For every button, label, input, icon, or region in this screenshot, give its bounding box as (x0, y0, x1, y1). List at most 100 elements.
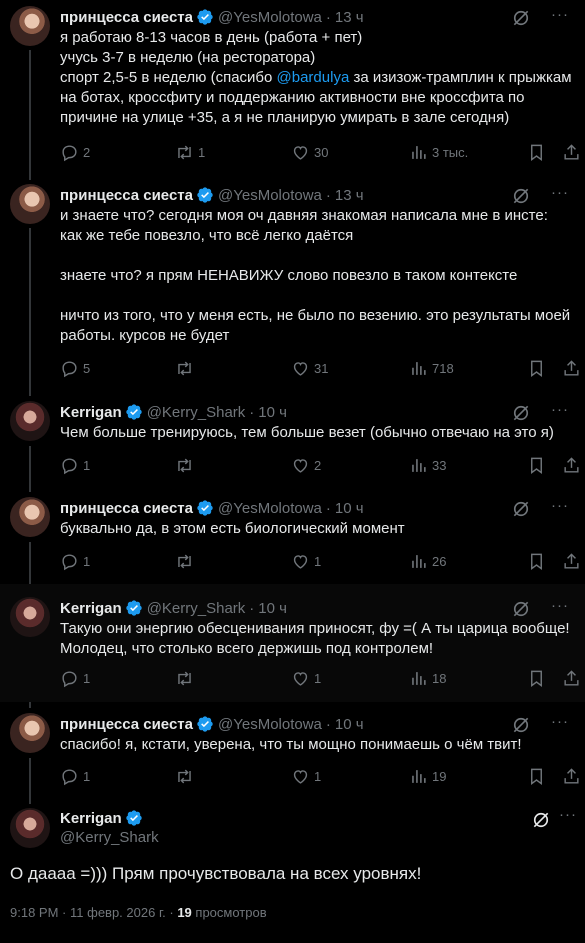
reply-button[interactable]: 2 (60, 141, 90, 163)
views-button[interactable]: 718 (409, 357, 454, 379)
share-button[interactable] (562, 765, 581, 787)
author-name[interactable]: принцесса сиеста (60, 500, 193, 517)
tweet[interactable]: принцесса сиеста @YesMolotowa · 13 ч ···… (0, 184, 585, 394)
avatar[interactable] (10, 184, 50, 224)
share-icon (564, 456, 579, 473)
author-name[interactable]: Kerrigan (60, 404, 122, 421)
author-handle[interactable]: @YesMolotowa (218, 187, 322, 204)
more-options-icon[interactable]: ··· (551, 401, 569, 418)
retweet-icon (178, 458, 191, 472)
retweet-button[interactable] (175, 454, 198, 476)
retweet-button[interactable]: 1 (175, 141, 205, 163)
share-button[interactable] (562, 141, 581, 163)
bookmark-icon (531, 144, 542, 161)
bookmark-icon (531, 768, 542, 785)
share-icon (564, 767, 579, 784)
author-handle[interactable]: @Kerry_Shark (60, 828, 159, 848)
more-options-icon[interactable]: ··· (559, 806, 577, 823)
avatar[interactable] (10, 6, 50, 46)
share-button[interactable] (562, 550, 581, 572)
grok-icon[interactable] (531, 810, 551, 830)
more-options-icon[interactable]: ··· (551, 184, 569, 201)
views-chart-icon (412, 671, 426, 685)
author-name[interactable]: Kerrigan (60, 600, 122, 617)
tweet-time[interactable]: 13 ч (335, 9, 364, 26)
bookmark-button[interactable] (527, 357, 546, 379)
tweet-time[interactable]: 13 ч (335, 187, 364, 204)
avatar[interactable] (10, 401, 50, 441)
author-handle[interactable]: @YesMolotowa (218, 716, 322, 733)
author-name[interactable]: принцесса сиеста (60, 187, 193, 204)
like-button[interactable]: 31 (291, 357, 328, 379)
author-handle[interactable]: @Kerry_Shark (147, 404, 246, 421)
author-handle[interactable]: @Kerry_Shark (147, 600, 246, 617)
avatar[interactable] (10, 713, 50, 753)
views-button[interactable]: 33 (409, 454, 446, 476)
share-button[interactable] (562, 667, 581, 689)
bookmark-button[interactable] (527, 141, 546, 163)
like-button[interactable]: 1 (291, 550, 321, 572)
grok-icon[interactable] (511, 186, 531, 206)
share-button[interactable] (562, 357, 581, 379)
more-options-icon[interactable]: ··· (551, 497, 569, 514)
tweet-highlighted[interactable]: Kerrigan @Kerry_Shark · 10 ч ··· Такую о… (0, 584, 585, 702)
bookmark-button[interactable] (527, 550, 546, 572)
tweet-time[interactable]: 10 ч (335, 500, 364, 517)
reply-icon (62, 768, 77, 785)
grok-icon[interactable] (511, 499, 531, 519)
retweet-icon (178, 145, 191, 159)
tweet[interactable]: принцесса сиеста @YesMolotowa · 13 ч ···… (0, 6, 585, 176)
author-handle[interactable]: @YesMolotowa (218, 500, 322, 517)
tweet-text: буквально да, в этом есть биологический … (60, 520, 405, 537)
retweet-button[interactable] (175, 667, 198, 689)
reply-button[interactable]: 1 (60, 667, 90, 689)
avatar[interactable] (10, 808, 50, 848)
tweet[interactable]: принцесса сиеста @YesMolotowa · 10 ч ···… (0, 497, 585, 587)
like-button[interactable]: 1 (291, 765, 321, 787)
more-options-icon[interactable]: ··· (551, 597, 569, 614)
author-name[interactable]: принцесса сиеста (60, 9, 193, 26)
author-name[interactable]: Kerrigan (60, 810, 122, 827)
share-icon (564, 359, 579, 376)
avatar[interactable] (10, 497, 50, 537)
grok-icon[interactable] (511, 715, 531, 735)
avatar[interactable] (10, 597, 50, 637)
retweet-button[interactable] (175, 765, 198, 787)
more-options-icon[interactable]: ··· (551, 713, 569, 730)
reply-button[interactable]: 1 (60, 454, 90, 476)
like-button[interactable]: 30 (291, 141, 328, 163)
retweet-button[interactable] (175, 550, 198, 572)
author-name[interactable]: принцесса сиеста (60, 716, 193, 733)
views-button[interactable]: 26 (409, 550, 446, 572)
tweet-time[interactable]: 10 ч (335, 716, 364, 733)
share-button[interactable] (562, 454, 581, 476)
tweet[interactable]: Kerrigan @Kerry_Shark · 10 ч ··· Чем бол… (0, 401, 585, 491)
views-button[interactable]: 19 (409, 765, 446, 787)
tweet[interactable]: принцесса сиеста @YesMolotowa · 10 ч ···… (0, 713, 585, 801)
bookmark-button[interactable] (527, 765, 546, 787)
bookmark-button[interactable] (527, 454, 546, 476)
grok-icon[interactable] (511, 8, 531, 28)
views-button[interactable]: 18 (409, 667, 446, 689)
heart-icon (293, 361, 308, 376)
author-handle[interactable]: @YesMolotowa (218, 9, 322, 26)
more-options-icon[interactable]: ··· (551, 6, 569, 23)
tweet-time[interactable]: 10 ч (258, 404, 287, 421)
bookmark-button[interactable] (527, 667, 546, 689)
grok-icon[interactable] (511, 403, 531, 423)
retweet-button[interactable] (175, 357, 198, 379)
share-icon (564, 552, 579, 569)
grok-icon[interactable] (511, 599, 531, 619)
reply-button[interactable]: 1 (60, 550, 90, 572)
mention-link[interactable]: @bardulya (277, 69, 350, 86)
tweet-date[interactable]: 11 февр. 2026 г. (70, 905, 166, 920)
bookmark-icon (531, 457, 542, 474)
reply-button[interactable]: 5 (60, 357, 90, 379)
like-button[interactable]: 2 (291, 454, 321, 476)
views-button[interactable]: 3 тыс. (409, 141, 468, 163)
like-button[interactable]: 1 (291, 667, 321, 689)
reply-button[interactable]: 1 (60, 765, 90, 787)
tweet-time[interactable]: 10 ч (258, 600, 287, 617)
separator-dot: · (325, 186, 331, 204)
tweet-time[interactable]: 9:18 PM (10, 905, 58, 920)
